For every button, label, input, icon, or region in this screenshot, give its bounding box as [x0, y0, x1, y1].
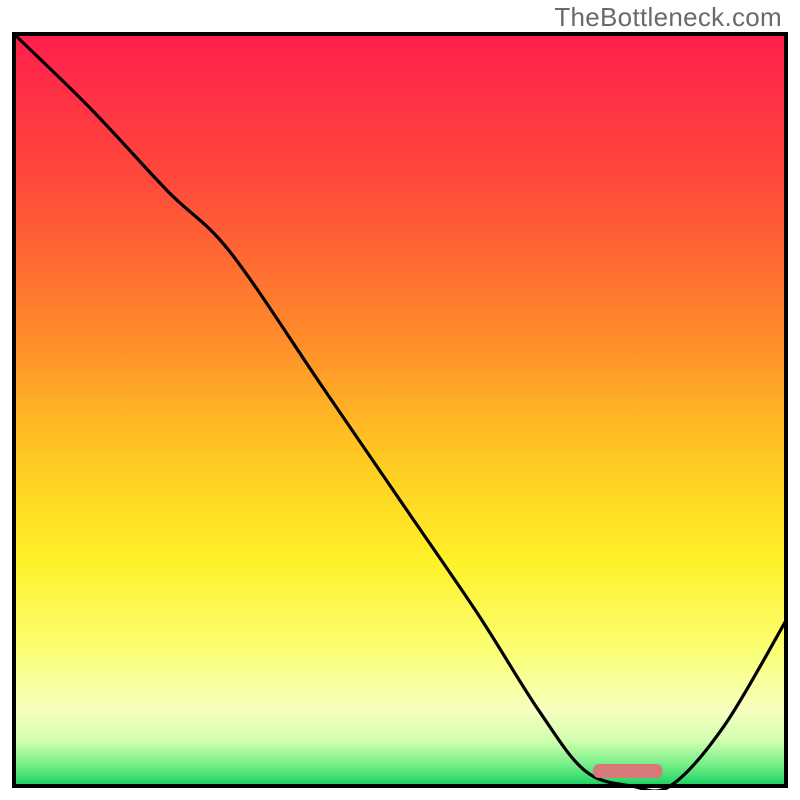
- watermark-text: TheBottleneck.com: [554, 2, 782, 33]
- chart-container: TheBottleneck.com: [0, 0, 800, 800]
- plot-area: [10, 30, 790, 790]
- chart-background: [14, 34, 786, 786]
- optimum-marker: [593, 764, 663, 778]
- chart-svg: [10, 30, 790, 790]
